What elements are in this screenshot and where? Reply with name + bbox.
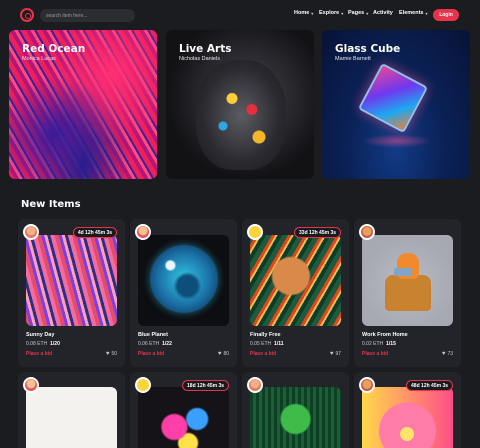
avatar[interactable] bbox=[23, 224, 39, 240]
armchair-image bbox=[385, 275, 431, 311]
heart-icon: ♥ bbox=[441, 351, 446, 357]
item-card[interactable] bbox=[242, 372, 349, 448]
item-thumbnail[interactable] bbox=[138, 387, 229, 448]
place-bid-link[interactable]: Place a bid bbox=[26, 351, 52, 357]
donut-image bbox=[400, 427, 414, 441]
search-input[interactable] bbox=[40, 9, 135, 22]
hero-card-glass-cube[interactable]: Glass Cube Mamie Barnett bbox=[322, 30, 470, 179]
hero-title: Red Ocean bbox=[22, 43, 86, 55]
item-thumbnail[interactable] bbox=[26, 235, 117, 326]
nav-pages-label: Pages bbox=[348, 10, 365, 16]
likes-count: 50 bbox=[111, 351, 117, 357]
item-title[interactable]: Work From Home bbox=[362, 332, 408, 338]
item-price-value: 0.02 ETH bbox=[362, 341, 384, 347]
avatar[interactable] bbox=[359, 377, 375, 393]
hero-title: Glass Cube bbox=[335, 43, 401, 55]
heart-icon: ♥ bbox=[217, 351, 222, 357]
nav-pages[interactable]: Pages ▾ bbox=[348, 10, 368, 16]
item-price-value: 0.08 ETH bbox=[26, 341, 48, 347]
item-thumbnail[interactable] bbox=[26, 387, 117, 448]
top-navbar: Home▾ Explore▾ Pages▾ Activity Elements▾… bbox=[0, 0, 480, 30]
item-thumbnail[interactable] bbox=[250, 235, 341, 326]
item-price: 0.02 ETH 1/15 bbox=[362, 341, 396, 347]
section-title: New Items bbox=[21, 199, 81, 210]
nav-elements-label: Elements bbox=[399, 10, 424, 16]
avatar[interactable] bbox=[247, 377, 263, 393]
nav-activity-label: Activity bbox=[373, 10, 393, 16]
nav-explore-label: Explore bbox=[319, 10, 340, 16]
place-bid-link[interactable]: Place a bid bbox=[138, 351, 164, 357]
item-title[interactable]: Blue Planet bbox=[138, 332, 168, 338]
login-button[interactable]: Login bbox=[433, 9, 459, 21]
nav-activity[interactable]: Activity bbox=[373, 10, 393, 16]
hero-card-red-ocean[interactable]: Red Ocean Monica Lucas bbox=[9, 30, 157, 179]
likes[interactable]: ♥ 73 bbox=[442, 351, 453, 357]
nav-explore[interactable]: Explore ▾ bbox=[319, 10, 343, 16]
hero-title: Live Arts bbox=[179, 43, 232, 55]
avatar[interactable] bbox=[135, 224, 151, 240]
item-title[interactable]: Finally Free bbox=[250, 332, 281, 338]
item-card[interactable]: 4d 12h 45m 3s Sunny Day 0.08 ETH 1/20 Pla… bbox=[18, 219, 125, 367]
item-card[interactable]: Blue Planet 0.06 ETH 1/22 Place a bid ♥ 80 bbox=[130, 219, 237, 367]
likes-count: 97 bbox=[335, 351, 341, 357]
item-price: 0.05 ETH 1/11 bbox=[250, 341, 284, 347]
item-card[interactable] bbox=[18, 372, 125, 448]
nav-home[interactable]: Home ▾ bbox=[294, 10, 313, 16]
countdown-badge: 4d 12h 45m 3s bbox=[72, 227, 117, 238]
place-bid-link[interactable]: Place a bid bbox=[362, 351, 388, 357]
chevron-down-icon: ▾ bbox=[425, 10, 428, 16]
item-title[interactable]: Sunny Day bbox=[26, 332, 54, 338]
avatar[interactable] bbox=[23, 377, 39, 393]
countdown-badge: 33d 12h 45m 3s bbox=[294, 227, 341, 238]
item-card[interactable]: 33d 12h 45m 3s Finally Free 0.05 ETH 1/11… bbox=[242, 219, 349, 367]
heart-icon: ♥ bbox=[329, 351, 334, 357]
hero-card-live-arts[interactable]: Live Arts Nicholas Daniels bbox=[166, 30, 314, 179]
item-price-value: 0.05 ETH bbox=[250, 341, 272, 347]
nav-elements[interactable]: Elements ▾ bbox=[399, 10, 427, 16]
glass-cube-image bbox=[357, 62, 429, 134]
heart-icon: ♥ bbox=[105, 351, 110, 357]
countdown-badge: 48d 12h 45m 3s bbox=[406, 380, 453, 391]
painted-face-image bbox=[196, 60, 286, 170]
chevron-down-icon: ▾ bbox=[311, 10, 314, 16]
chevron-down-icon: ▾ bbox=[366, 10, 369, 16]
item-quantity: 1/15 bbox=[386, 341, 396, 347]
item-thumbnail[interactable] bbox=[362, 387, 453, 448]
item-quantity: 1/20 bbox=[50, 341, 60, 347]
avatar[interactable] bbox=[135, 377, 151, 393]
likes[interactable]: ♥ 97 bbox=[330, 351, 341, 357]
logo-icon[interactable] bbox=[20, 8, 34, 22]
hero-author: Nicholas Daniels bbox=[179, 56, 220, 62]
cube-glow bbox=[362, 134, 432, 148]
item-price: 0.06 ETH 1/22 bbox=[138, 341, 172, 347]
item-price: 0.08 ETH 1/20 bbox=[26, 341, 60, 347]
laptop-image bbox=[394, 268, 412, 276]
likes[interactable]: ♥ 50 bbox=[106, 351, 117, 357]
item-thumbnail[interactable] bbox=[138, 235, 229, 326]
item-thumbnail[interactable] bbox=[362, 235, 453, 326]
chevron-down-icon: ▾ bbox=[341, 10, 344, 16]
item-quantity: 1/22 bbox=[162, 341, 172, 347]
item-thumbnail[interactable] bbox=[250, 387, 341, 448]
avatar[interactable] bbox=[247, 224, 263, 240]
hero-author: Mamie Barnett bbox=[335, 56, 371, 62]
item-quantity: 1/11 bbox=[274, 341, 284, 347]
nav-home-label: Home bbox=[294, 10, 310, 16]
item-card[interactable]: 48d 12h 45m 3s bbox=[354, 372, 461, 448]
likes-count: 80 bbox=[223, 351, 229, 357]
avatar[interactable] bbox=[359, 224, 375, 240]
planet-image bbox=[150, 245, 218, 313]
likes-count: 73 bbox=[447, 351, 453, 357]
likes[interactable]: ♥ 80 bbox=[218, 351, 229, 357]
place-bid-link[interactable]: Place a bid bbox=[250, 351, 276, 357]
hero-author: Monica Lucas bbox=[22, 56, 56, 62]
item-card[interactable]: Work From Home 0.02 ETH 1/15 Place a bid … bbox=[354, 219, 461, 367]
item-card[interactable]: 18d 12h 45m 3s bbox=[130, 372, 237, 448]
item-price-value: 0.06 ETH bbox=[138, 341, 160, 347]
countdown-badge: 18d 12h 45m 3s bbox=[182, 380, 229, 391]
